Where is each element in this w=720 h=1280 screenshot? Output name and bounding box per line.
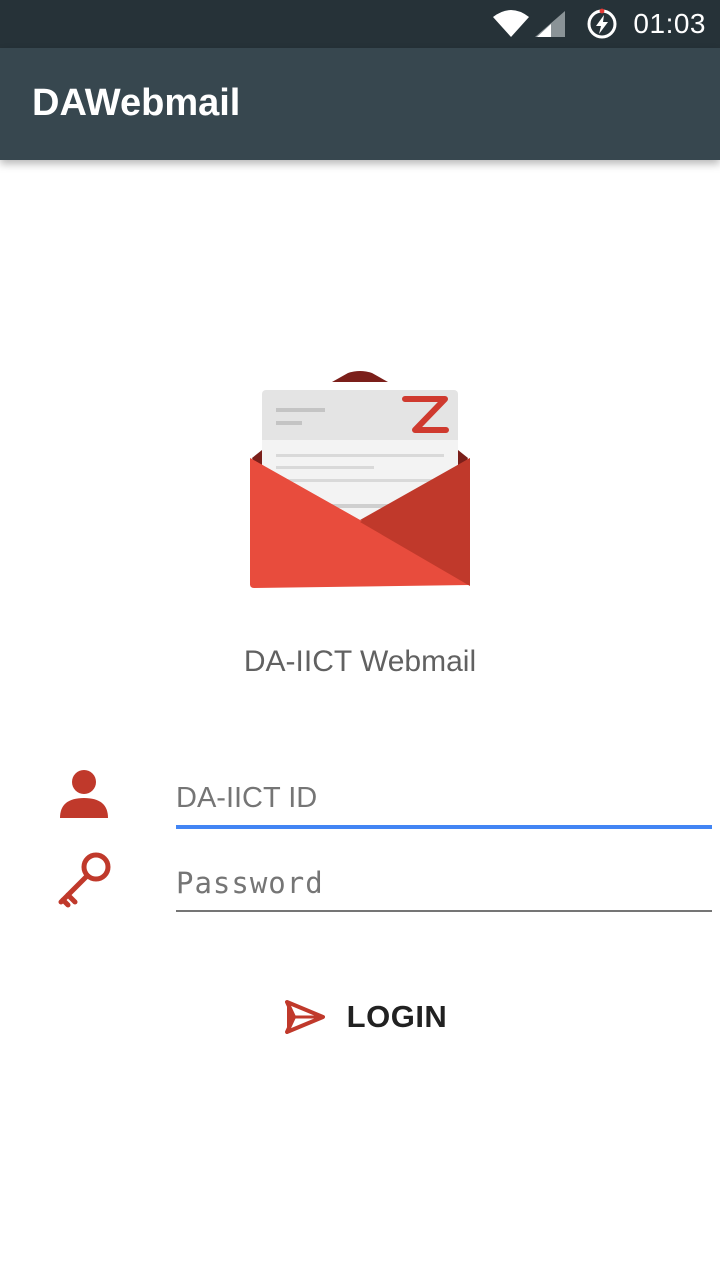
status-icons: 01:03 [493,0,706,48]
battery-charging-icon [587,8,617,39]
person-icon [60,770,108,818]
id-input[interactable] [176,771,712,829]
app-name-label: DA-IICT Webmail [243,645,477,678]
status-bar: 01:03 [0,0,720,48]
status-time: 01:03 [633,8,706,39]
password-input[interactable] [176,856,712,912]
envelope-logo-icon [250,370,470,590]
login-button[interactable]: LOGIN [276,985,456,1049]
cell-signal-icon [535,11,566,37]
login-label: LOGIN [346,999,448,1034]
app-title: DAWebmail [32,82,241,124]
send-icon [284,1000,325,1034]
wifi-icon [493,10,530,37]
app-bar: DAWebmail [0,48,720,160]
key-icon [58,852,111,908]
